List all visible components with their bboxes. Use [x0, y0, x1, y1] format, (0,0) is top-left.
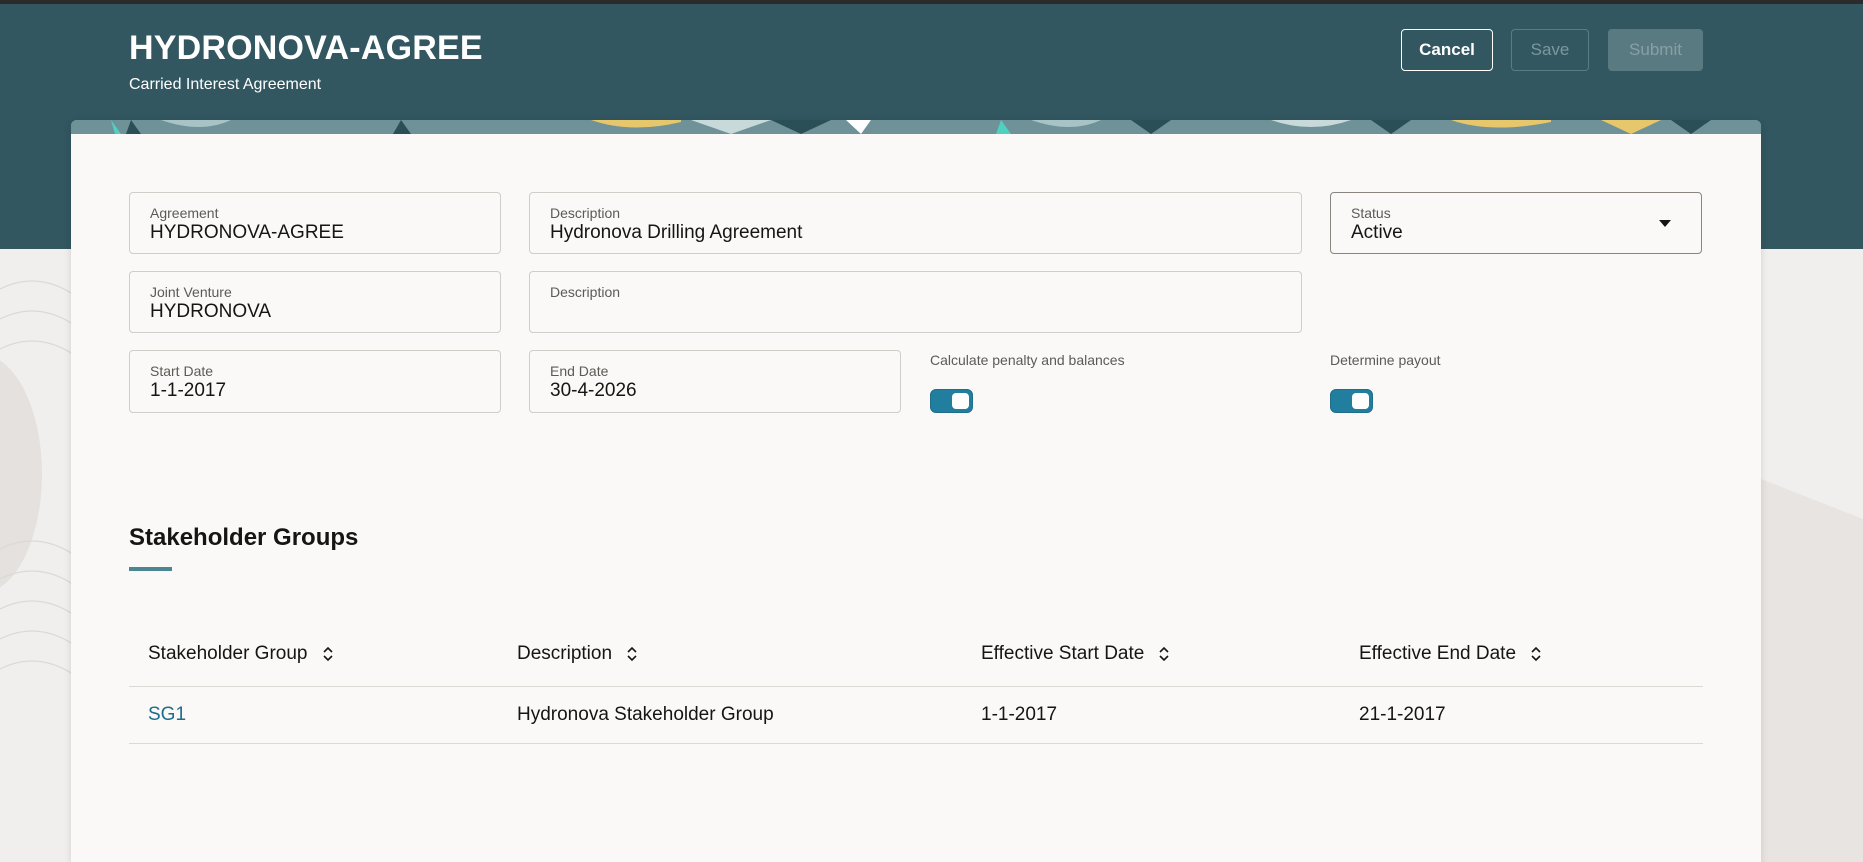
- start-date-field[interactable]: Start Date 1-1-2017: [129, 350, 501, 413]
- column-header-effective-end-date[interactable]: Effective End Date: [1359, 643, 1542, 665]
- page-title: HYDRONOVA-AGREE: [129, 29, 483, 67]
- agreement-value: HYDRONOVA-AGREE: [150, 222, 344, 243]
- description-value: Hydronova Drilling Agreement: [550, 222, 803, 243]
- start-date-label: Start Date: [150, 363, 214, 379]
- stakeholder-group-link[interactable]: SG1: [148, 704, 186, 726]
- column-header-stakeholder-group[interactable]: Stakeholder Group: [148, 643, 334, 665]
- sort-icon[interactable]: [1158, 645, 1170, 663]
- table-header-divider: [129, 686, 1703, 687]
- card-banner-pattern: [71, 120, 1761, 134]
- sort-icon[interactable]: [322, 645, 334, 663]
- table-cell-description: Hydronova Stakeholder Group: [517, 704, 774, 725]
- joint-venture-value: HYDRONOVA: [150, 301, 272, 322]
- toggle-knob: [1352, 393, 1369, 409]
- end-date-label: End Date: [550, 363, 609, 379]
- calc-penalty-toggle[interactable]: [930, 389, 973, 413]
- background-pattern-right: [1761, 249, 1863, 862]
- column-header-description[interactable]: Description: [517, 643, 638, 665]
- joint-venture-field[interactable]: Joint Venture HYDRONOVA: [129, 271, 501, 333]
- cancel-button[interactable]: Cancel: [1401, 29, 1493, 71]
- status-label: Status: [1351, 205, 1391, 221]
- calc-penalty-label: Calculate penalty and balances: [930, 352, 1125, 368]
- end-date-field[interactable]: End Date 30-4-2026: [529, 350, 901, 413]
- column-header-label: Effective Start Date: [981, 643, 1145, 664]
- toggle-knob: [952, 393, 969, 409]
- chevron-down-icon[interactable]: [1659, 220, 1671, 227]
- description-field[interactable]: Description Hydronova Drilling Agreement: [529, 192, 1302, 254]
- description-secondary-label: Description: [550, 284, 621, 300]
- section-title: Stakeholder Groups: [129, 524, 359, 551]
- page-subtitle: Carried Interest Agreement: [129, 76, 322, 93]
- description-secondary-field[interactable]: Description: [529, 271, 1302, 333]
- table-row-divider: [129, 743, 1703, 744]
- agreement-label: Agreement: [150, 205, 219, 221]
- status-value: Active: [1351, 222, 1403, 243]
- start-date-value: 1-1-2017: [150, 380, 227, 401]
- table-cell-start-date: 1-1-2017: [981, 704, 1058, 725]
- agreement-field[interactable]: Agreement HYDRONOVA-AGREE: [129, 192, 501, 254]
- determine-payout-label: Determine payout: [1330, 352, 1441, 368]
- sort-icon[interactable]: [1530, 645, 1542, 663]
- column-header-label: Stakeholder Group: [148, 643, 308, 664]
- submit-button[interactable]: Submit: [1608, 29, 1703, 71]
- determine-payout-toggle[interactable]: [1330, 389, 1373, 413]
- status-select[interactable]: Status Active: [1330, 192, 1702, 254]
- column-header-label: Description: [517, 643, 613, 664]
- table-cell-end-date: 21-1-2017: [1359, 704, 1446, 725]
- joint-venture-label: Joint Venture: [150, 284, 232, 300]
- save-button[interactable]: Save: [1511, 29, 1589, 71]
- sort-icon[interactable]: [626, 645, 638, 663]
- description-label: Description: [550, 205, 621, 221]
- section-underline: [129, 567, 172, 571]
- end-date-value: 30-4-2026: [550, 380, 637, 401]
- column-header-label: Effective End Date: [1359, 643, 1517, 664]
- column-header-effective-start-date[interactable]: Effective Start Date: [981, 643, 1170, 665]
